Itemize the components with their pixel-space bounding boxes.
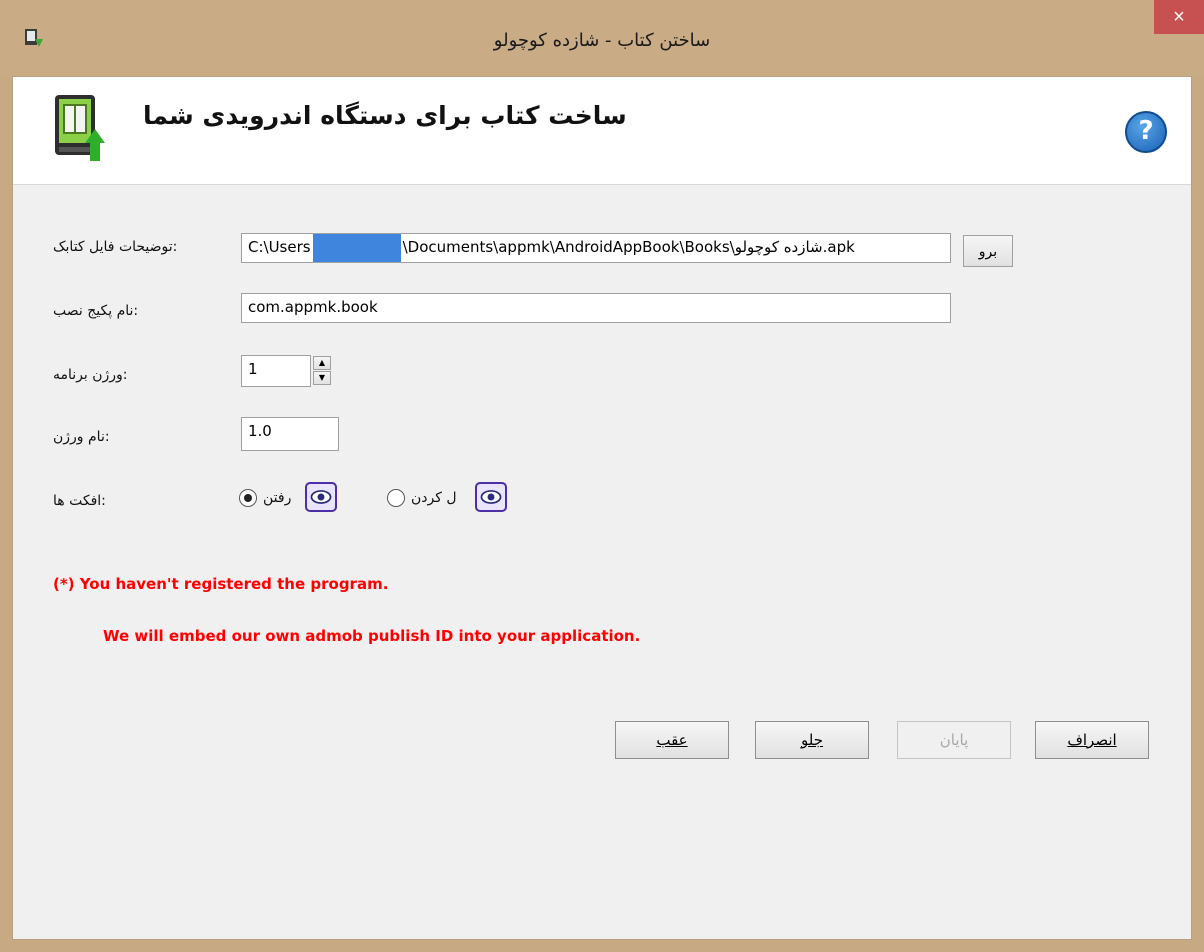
version-label: :ورژن برنامه	[53, 367, 128, 383]
version-name-input[interactable]: 1.0	[241, 417, 339, 451]
client-area: ساخت کتاب برای دستگاه اندرویدی شما ? :تو…	[12, 76, 1192, 940]
next-button[interactable]: جلو	[755, 721, 869, 759]
effect-2-radio[interactable]	[387, 489, 405, 507]
android-book-icon	[55, 95, 105, 161]
wizard-header: ساخت کتاب برای دستگاه اندرویدی شما ?	[13, 77, 1191, 185]
spin-up-button[interactable]: ▲	[313, 356, 331, 370]
package-label: :نام پکیج نصب	[53, 303, 139, 319]
close-button[interactable]: ×	[1154, 0, 1204, 34]
browse-button[interactable]: برو	[963, 235, 1013, 267]
admob-warning: We will embed our own admob publish ID i…	[103, 627, 641, 645]
file-path-prefix: C:\Users	[248, 238, 311, 256]
cancel-button[interactable]: انصراف	[1035, 721, 1149, 759]
spin-down-button[interactable]: ▼	[313, 371, 331, 385]
effect-2-label: ل کردن	[411, 490, 457, 506]
effect-1-radio[interactable]	[239, 489, 257, 507]
eye-icon[interactable]	[305, 482, 337, 512]
redacted-username	[313, 234, 401, 262]
help-icon[interactable]: ?	[1125, 111, 1167, 153]
eye-icon[interactable]	[475, 482, 507, 512]
header-title: ساخت کتاب برای دستگاه اندرویدی شما	[143, 101, 627, 130]
finish-button[interactable]: پایان	[897, 721, 1011, 759]
package-input[interactable]: com.appmk.book	[241, 293, 951, 323]
effects-label: :افکت ها	[53, 493, 106, 509]
back-button[interactable]: عقب	[615, 721, 729, 759]
window-title: ساختن کتاب - شازده کوچولو	[493, 30, 711, 51]
title-bar[interactable]: ساختن کتاب - شازده کوچولو ×	[0, 0, 1204, 76]
file-path-suffix: \Documents\appmk\AndroidAppBook\Books\شا…	[402, 238, 855, 256]
file-label: :توضیحات فایل کتابک	[53, 239, 178, 255]
version-stepper[interactable]: 1	[241, 355, 311, 387]
effect-1-label: رفتن	[263, 490, 292, 506]
version-name-label: :نام ورژن	[53, 429, 110, 445]
app-window: ساختن کتاب - شازده کوچولو × ساخت کتاب بر…	[0, 0, 1204, 952]
unregistered-warning: (*) You haven't registered the program.	[53, 575, 389, 593]
